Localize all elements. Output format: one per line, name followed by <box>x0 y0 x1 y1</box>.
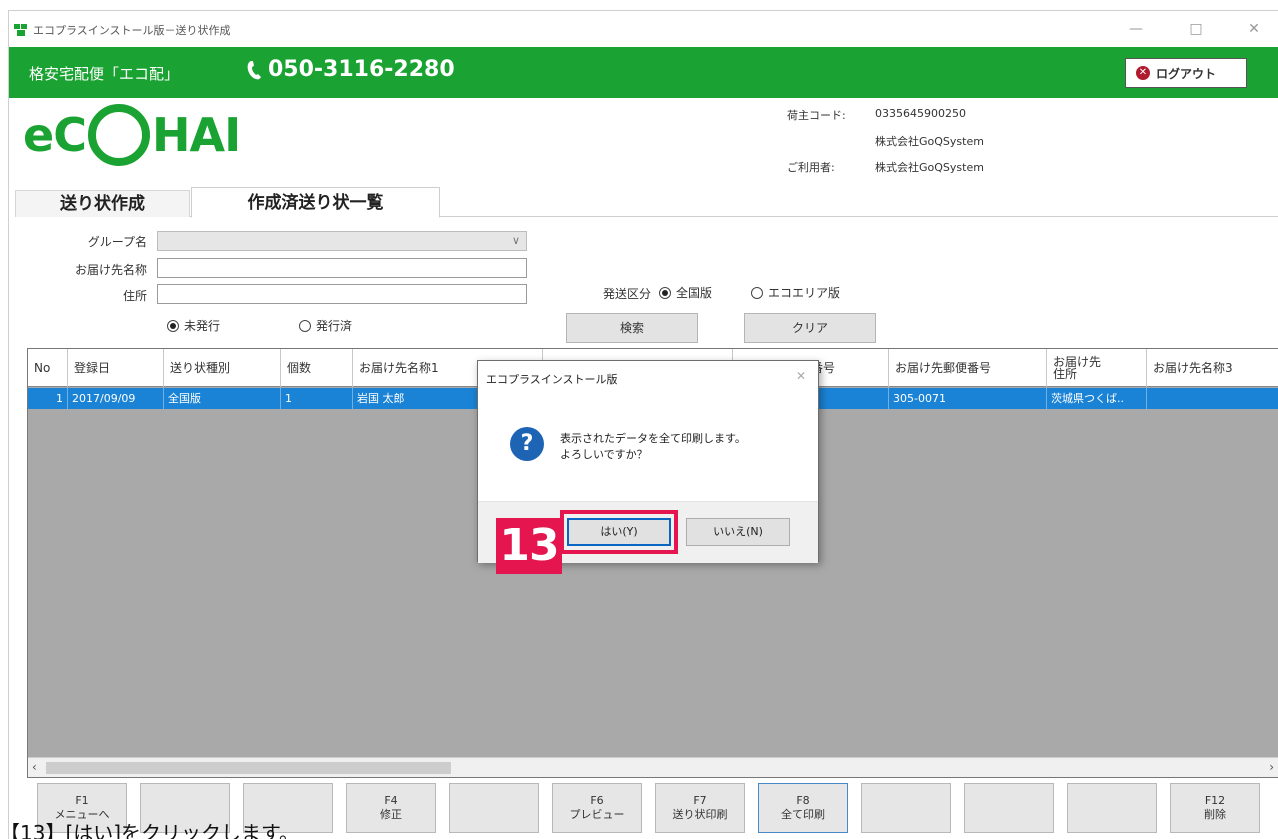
dialog-title: エコプラスインストール版 <box>486 373 618 386</box>
fkey-key: F12 <box>1204 794 1226 807</box>
fkey-f7-print-invoice[interactable]: F7 送り状印刷 <box>655 783 745 833</box>
fkey-key: F1 <box>75 794 89 807</box>
ecohai-logo: eC HAI <box>23 99 241 171</box>
column-header[interactable]: 登録日 <box>68 349 164 387</box>
address-label: 住所 <box>122 289 147 303</box>
radio-dot <box>167 319 179 332</box>
group-name-label: グループ名 <box>87 235 147 249</box>
search-button[interactable]: 検索 <box>566 313 698 343</box>
fkey-f8-print-all[interactable]: F8 全て印刷 <box>758 783 848 833</box>
recipient-name-input[interactable] <box>157 258 527 278</box>
chevron-down-icon: ∨ <box>511 234 520 247</box>
radio-unissued[interactable]: 未発行 <box>167 317 220 334</box>
column-header[interactable]: お届け先名称3 <box>1147 349 1278 387</box>
column-header[interactable]: 個数 <box>281 349 353 387</box>
cell-type: 全国版 <box>164 388 281 409</box>
radio-eco-area[interactable]: エコエリア版 <box>751 284 840 301</box>
radio-unissued-label: 未発行 <box>184 319 221 333</box>
fkey-label: 削除 <box>1204 808 1226 821</box>
radio-issued[interactable]: 発行済 <box>299 317 352 334</box>
cell-no: 1 <box>28 388 68 409</box>
horizontal-scrollbar[interactable]: ‹ › <box>28 757 1278 777</box>
phone-text: 050-3116-2280 <box>268 57 455 82</box>
fkey-empty[interactable] <box>1067 783 1157 833</box>
address-input[interactable] <box>157 284 527 304</box>
fkey-label: 全て印刷 <box>781 808 825 821</box>
fkey-f6-preview[interactable]: F6 プレビュー <box>552 783 642 833</box>
shipping-type-label: 発送区分 <box>602 287 651 301</box>
cell-address: 茨城県つくば.. <box>1047 388 1147 409</box>
tab-bar: 送り状作成 作成済送り状一覧 <box>15 187 1278 218</box>
dialog-message-line1: 表示されたデータを全て印刷します。 <box>560 432 746 445</box>
step-highlight-box <box>560 510 678 554</box>
radio-issued-label: 発行済 <box>316 319 353 333</box>
shipper-code-label: 荷主コード: <box>787 109 846 122</box>
radio-dot <box>751 286 763 299</box>
column-header[interactable]: 送り状種別 <box>164 349 281 387</box>
user-value: 株式会社GoQSystem <box>875 161 984 174</box>
fkey-label: 送り状印刷 <box>672 808 728 821</box>
header-banner: 格安宅配便「エコ配」 050-3116-2280 ✕ ログアウト <box>9 47 1278 98</box>
fkey-empty[interactable] <box>449 783 539 833</box>
phone-icon <box>247 60 261 79</box>
fkey-key: F6 <box>590 794 604 807</box>
fkey-empty[interactable] <box>964 783 1054 833</box>
scroll-thumb[interactable] <box>46 762 451 774</box>
dialog-close-icon[interactable]: ✕ <box>796 369 806 383</box>
window-title: エコプラスインストール版－送り状作成 <box>33 24 231 37</box>
fkey-label: メニューへ <box>54 808 110 821</box>
instruction-caption: 【13】[はい]をクリックします。 <box>0 822 300 839</box>
cell-date: 2017/09/09 <box>68 388 164 409</box>
radio-dot <box>659 286 671 299</box>
fkey-label: プレビュー <box>569 808 625 821</box>
no-button[interactable]: いいえ(N) <box>686 518 790 546</box>
brand-name: 格安宅配便「エコ配」 <box>29 65 180 83</box>
tab-created-invoice-list[interactable]: 作成済送り状一覧 <box>191 187 440 218</box>
shipper-code-value: 0335645900250 <box>875 107 966 120</box>
column-header[interactable]: お届け先 住所 <box>1047 349 1147 387</box>
logout-icon: ✕ <box>1136 66 1150 80</box>
column-header[interactable]: No <box>28 349 68 387</box>
app-icon <box>13 23 29 37</box>
maximize-button[interactable]: □ <box>1181 19 1211 39</box>
cell-zip: 305-0071 <box>889 388 1047 409</box>
dialog-message: 表示されたデータを全て印刷します。 よろしいですか？ <box>560 431 746 463</box>
scroll-right-icon[interactable]: › <box>1269 760 1274 774</box>
clear-button[interactable]: クリア <box>744 313 876 343</box>
radio-nationwide[interactable]: 全国版 <box>659 284 712 301</box>
fkey-empty[interactable] <box>861 783 951 833</box>
shipper-company: 株式会社GoQSystem <box>875 135 984 148</box>
tab-create-invoice[interactable]: 送り状作成 <box>15 190 190 217</box>
fkey-key: F8 <box>796 794 810 807</box>
radio-eco-area-label: エコエリア版 <box>768 286 841 300</box>
user-label: ご利用者: <box>787 161 835 174</box>
fkey-key: F4 <box>384 794 398 807</box>
group-name-select[interactable]: ∨ <box>157 231 527 251</box>
fkey-f4-edit[interactable]: F4 修正 <box>346 783 436 833</box>
radio-nationwide-label: 全国版 <box>676 286 713 300</box>
column-header[interactable]: お届け先郵便番号 <box>889 349 1047 387</box>
cell-count: 1 <box>281 388 353 409</box>
title-bar: エコプラスインストール版－送り状作成 — □ ✕ <box>9 11 1278 47</box>
question-icon: ? <box>510 427 544 461</box>
recipient-name-label: お届け先名称 <box>74 263 147 277</box>
close-button[interactable]: ✕ <box>1239 19 1269 39</box>
dialog-message-line2: よろしいですか？ <box>560 448 648 461</box>
logo-left-text: eC <box>23 108 87 162</box>
logout-button[interactable]: ✕ ログアウト <box>1125 58 1247 88</box>
phone-number: 050-3116-2280 <box>246 57 455 82</box>
minimize-button[interactable]: — <box>1121 19 1151 39</box>
step-number-badge: 13 <box>496 518 562 574</box>
fkey-label: 修正 <box>380 808 402 821</box>
fkey-f12-delete[interactable]: F12 削除 <box>1170 783 1260 833</box>
logout-label: ログアウト <box>1156 66 1217 81</box>
fkey-key: F7 <box>693 794 707 807</box>
cell-name3 <box>1147 388 1278 409</box>
logo-ring <box>87 104 150 166</box>
radio-dot <box>299 319 311 332</box>
scroll-left-icon[interactable]: ‹ <box>32 760 37 774</box>
logo-right-text: HAI <box>151 108 241 162</box>
